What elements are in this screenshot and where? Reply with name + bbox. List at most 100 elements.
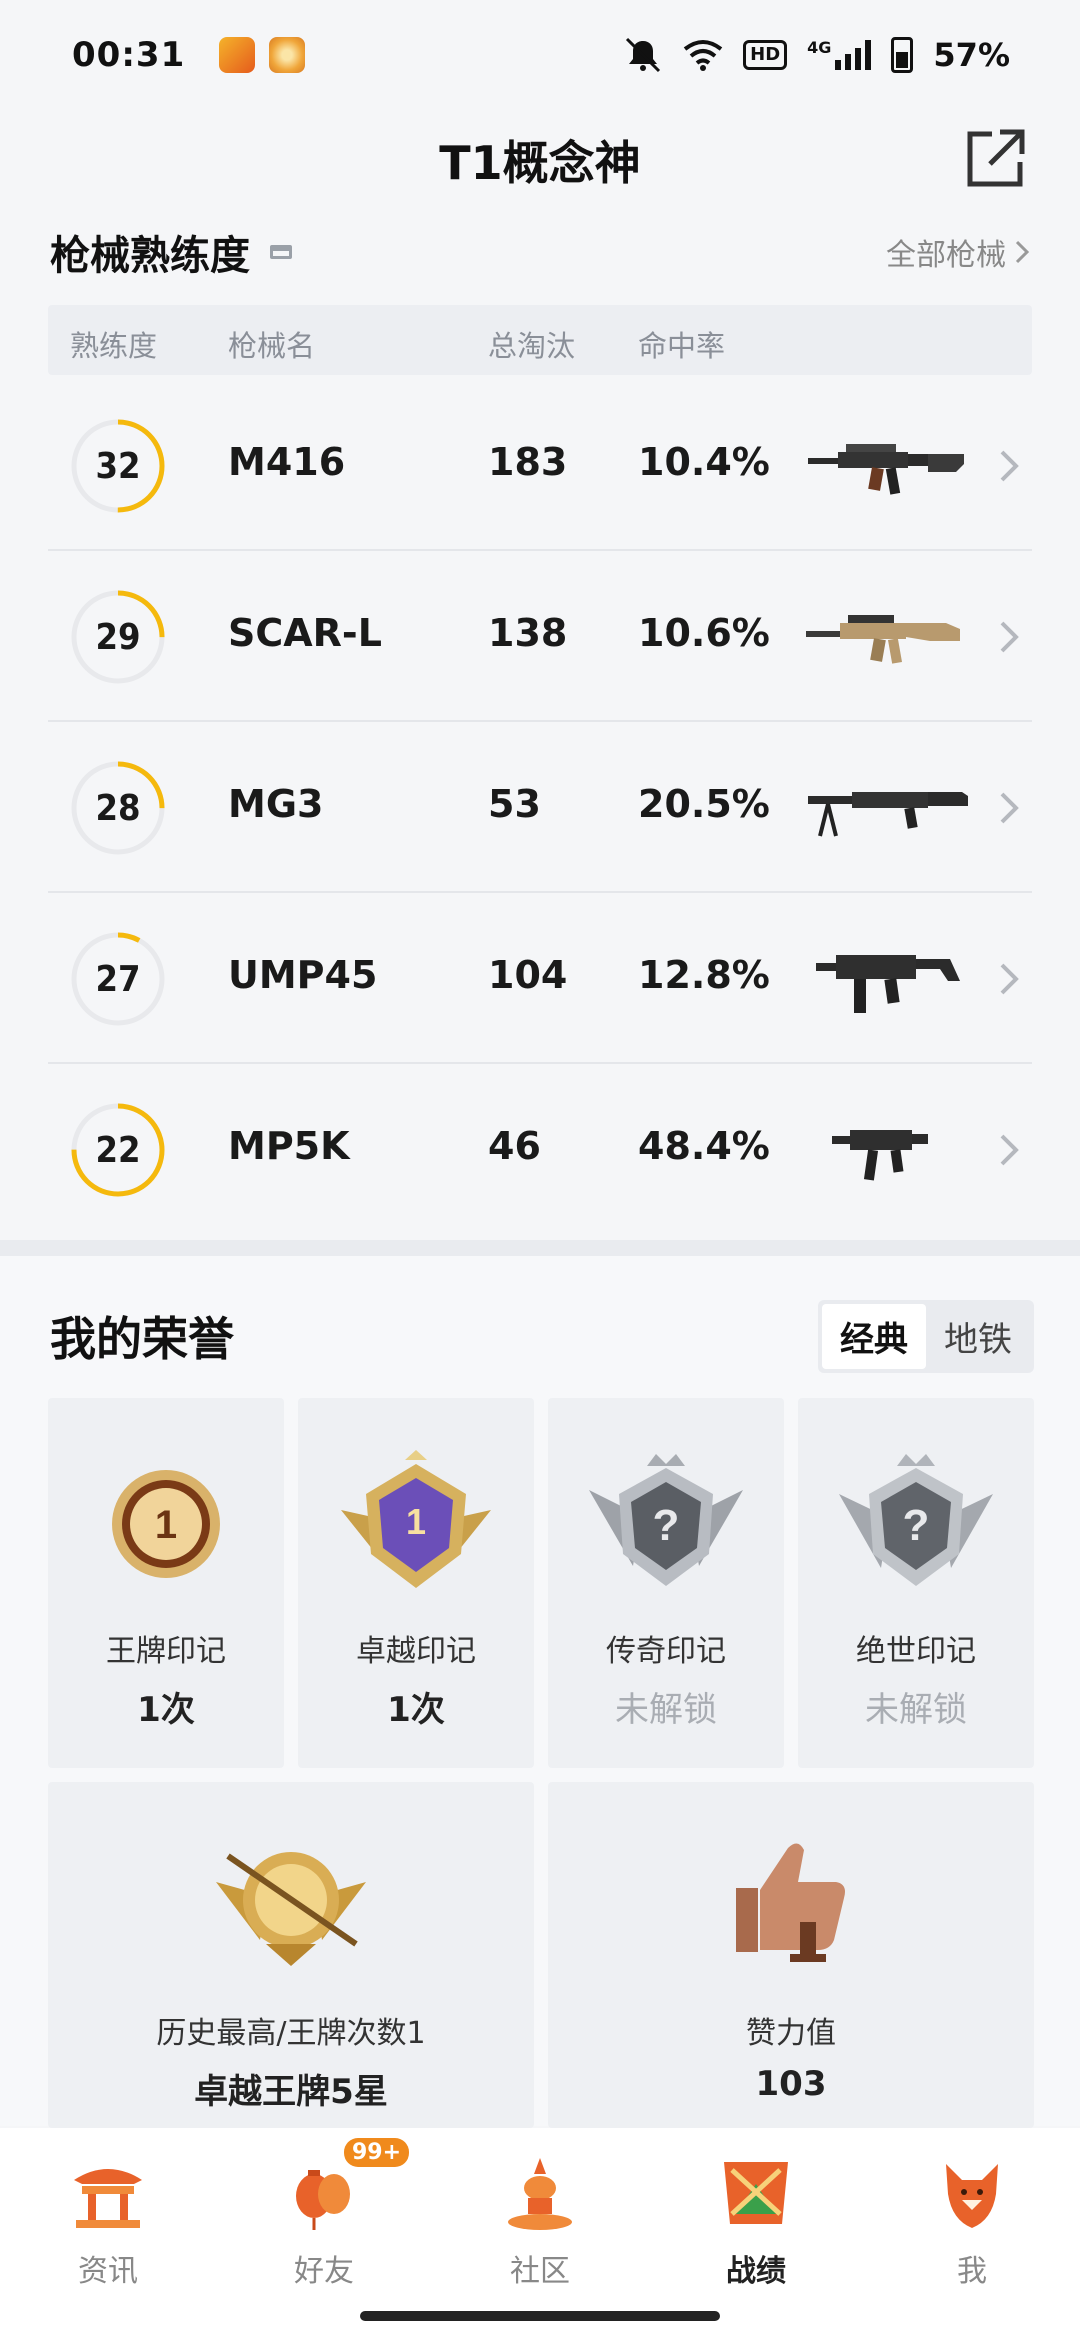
- likes-card[interactable]: 赞力值 103: [548, 1782, 1034, 2128]
- honor-title: 我的荣誉: [50, 1312, 234, 1366]
- chevron-right-icon: [1000, 963, 1019, 995]
- weapon-accuracy: 20.5%: [638, 782, 770, 826]
- likes-label: 赞力值: [746, 2016, 836, 2051]
- status-bar: 00:31 HD 4G 57%: [0, 0, 1080, 110]
- mark-label: 卓越印记: [356, 1634, 476, 1669]
- game-app-icon: [219, 37, 256, 73]
- weapon-table-header: 熟练度 枪械名 总淘汰 命中率: [48, 305, 1032, 375]
- mark-card-ace[interactable]: 1 王牌印记 1次: [48, 1398, 284, 1768]
- weapon-kills: 104: [488, 953, 568, 997]
- mark-card-legend[interactable]: ? 传奇印记 未解锁: [548, 1398, 784, 1768]
- chevron-right-icon: [1000, 621, 1019, 653]
- weapon-name: MG3: [228, 782, 324, 826]
- likes-value: 103: [755, 2064, 827, 2104]
- supreme-medal-locked-icon: ?: [839, 1454, 993, 1586]
- home-indicator[interactable]: [360, 2311, 720, 2321]
- weapon-name: SCAR-L: [228, 611, 382, 655]
- nav-label: 资讯: [78, 2254, 138, 2289]
- mark-label: 绝世印记: [856, 1634, 976, 1669]
- proficiency-level: 29: [95, 616, 141, 658]
- svg-text:1: 1: [406, 1501, 426, 1542]
- mark-label: 王牌印记: [106, 1634, 226, 1669]
- mark-value: 未解锁: [615, 1690, 717, 1730]
- proficiency-level: 27: [95, 958, 141, 1000]
- nav-label: 好友: [294, 2254, 354, 2289]
- weapon-accuracy: 10.4%: [638, 440, 770, 484]
- bottom-nav: 资讯 99+ 好友 社区 战绩 我: [0, 2128, 1080, 2340]
- nav-label: 我: [957, 2254, 987, 2289]
- nav-community[interactable]: 社区: [432, 2128, 648, 2340]
- mark-value: 1次: [137, 1690, 195, 1730]
- honor-header: 我的荣誉 经典 地铁: [50, 1299, 1034, 1373]
- weapon-list: 32 M416 183 10.4% 29 SCAR-L 138 10.6% 28…: [48, 380, 1032, 1235]
- tab-classic[interactable]: 经典: [822, 1303, 926, 1369]
- fox-icon: [946, 2164, 998, 2228]
- nav-me[interactable]: 我: [864, 2128, 1080, 2340]
- weapon-kills: 53: [488, 782, 541, 826]
- weapon-accuracy: 48.4%: [638, 1124, 770, 1168]
- nav-label: 战绩: [726, 2254, 786, 2289]
- proficiency-level: 32: [95, 445, 141, 487]
- battle-record-icon: [724, 2162, 788, 2224]
- weapon-row[interactable]: 29 SCAR-L 138 10.6%: [48, 551, 1032, 722]
- submachine-gun-icon: [816, 955, 960, 1013]
- assistant-app-icon: [269, 37, 306, 73]
- best-rank-label: 历史最高/王牌次数1: [156, 2016, 426, 2051]
- all-weapons-link[interactable]: 全部枪械: [886, 230, 1030, 274]
- excellent-medal-icon: 1: [341, 1450, 491, 1588]
- wifi-icon: [683, 40, 723, 71]
- friends-badge: 99+: [344, 2138, 410, 2167]
- nav-friends[interactable]: 99+ 好友: [216, 2128, 432, 2340]
- page-title: T1概念神: [439, 136, 641, 190]
- folder-icon: [270, 245, 292, 259]
- col-accuracy: 命中率: [638, 329, 726, 363]
- network-label: 4G: [807, 38, 832, 57]
- assault-rifle-icon: [806, 615, 960, 664]
- svg-text:?: ?: [653, 1501, 680, 1550]
- battery-percent: 57%: [933, 36, 1010, 74]
- proficiency-level: 28: [95, 787, 141, 829]
- mark-value: 未解锁: [865, 1690, 967, 1730]
- weapon-row[interactable]: 28 MG3 53 20.5%: [48, 722, 1032, 893]
- mark-label: 传奇印记: [606, 1634, 726, 1669]
- assault-rifle-icon: [808, 444, 964, 495]
- weapon-row[interactable]: 27 UMP45 104 12.8%: [48, 893, 1032, 1064]
- mark-card-supreme[interactable]: ? 绝世印记 未解锁: [798, 1398, 1034, 1768]
- nav-record[interactable]: 战绩: [648, 2128, 864, 2340]
- weapon-row[interactable]: 32 M416 183 10.4%: [48, 380, 1032, 551]
- col-total-kills: 总淘汰: [488, 329, 576, 363]
- weapon-name: UMP45: [228, 953, 378, 997]
- chevron-right-icon: [1000, 450, 1019, 482]
- battery-icon: [891, 37, 914, 73]
- weapon-kills: 138: [488, 611, 568, 655]
- share-icon[interactable]: [962, 126, 1028, 192]
- machine-gun-icon: [808, 792, 968, 837]
- header: T1概念神: [0, 110, 1080, 210]
- hd-badge: HD: [743, 40, 788, 70]
- signal-icon: 4G: [807, 38, 872, 70]
- mode-switch: 经典 地铁: [818, 1299, 1034, 1373]
- status-icons: HD 4G 57%: [623, 36, 1010, 74]
- ace-medal-icon: 1: [112, 1470, 220, 1578]
- weapon-kills: 46: [488, 1124, 541, 1168]
- mute-bell-icon: [626, 37, 661, 73]
- mark-value: 1次: [387, 1690, 445, 1730]
- best-rank-card[interactable]: 历史最高/王牌次数1 卓越王牌5星: [48, 1782, 534, 2128]
- thumbs-up-icon: [736, 1843, 845, 1962]
- section-divider: [0, 1240, 1080, 1256]
- mark-card-excellent[interactable]: 1 卓越印记 1次: [298, 1398, 534, 1768]
- nav-news[interactable]: 资讯: [0, 2128, 216, 2340]
- col-proficiency: 熟练度: [70, 329, 158, 363]
- svg-text:1: 1: [155, 1503, 177, 1547]
- pavilion-icon: [74, 2169, 142, 2228]
- tab-metro[interactable]: 地铁: [926, 1304, 1030, 1369]
- proficiency-level: 22: [95, 1129, 141, 1171]
- best-rank-value: 卓越王牌5星: [194, 2072, 388, 2112]
- weapon-section-header: 枪械熟练度 全部枪械: [50, 222, 1030, 282]
- nav-label: 社区: [510, 2254, 570, 2289]
- svg-text:?: ?: [903, 1501, 930, 1550]
- col-weapon-name: 枪械名: [228, 329, 316, 363]
- weapon-kills: 183: [488, 440, 568, 484]
- all-weapons-label: 全部枪械: [886, 238, 1006, 273]
- weapon-row[interactable]: 22 MP5K 46 48.4%: [48, 1064, 1032, 1235]
